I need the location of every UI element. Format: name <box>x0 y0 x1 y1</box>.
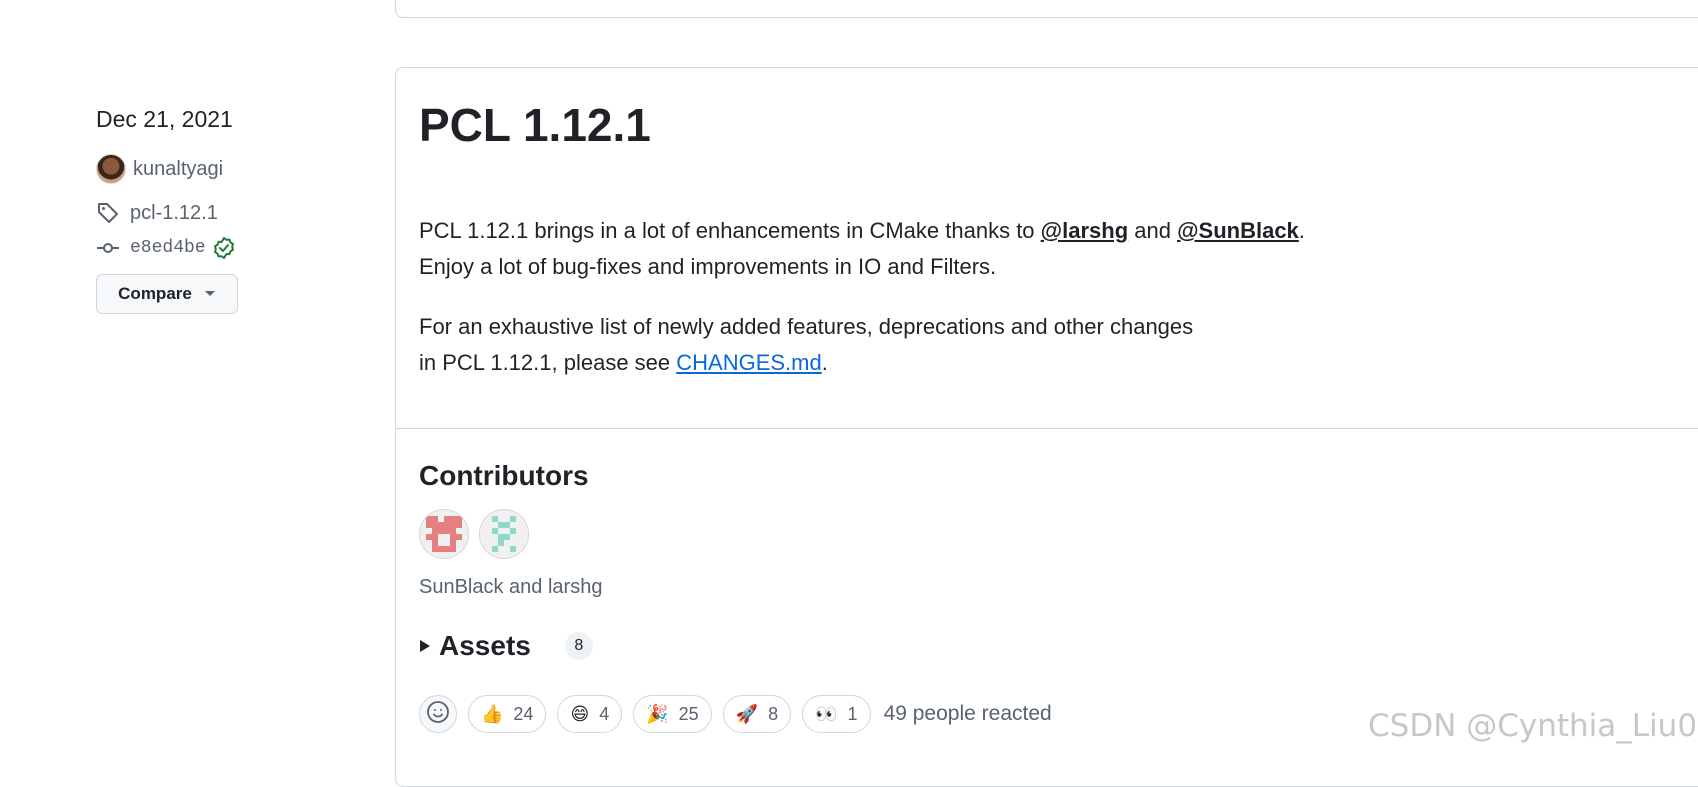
smiley-icon <box>426 700 450 729</box>
reaction-rocket[interactable]: 🚀 8 <box>722 695 792 733</box>
release-notes-paragraph-1: PCL 1.12.1 brings in a lot of enhancemen… <box>419 213 1305 285</box>
compare-label: Compare <box>118 284 192 303</box>
release-title[interactable]: PCL 1.12.1 <box>419 98 651 152</box>
assets-toggle[interactable]: Assets 8 <box>419 630 593 662</box>
section-divider <box>396 428 1698 429</box>
verified-check-icon[interactable] <box>212 236 236 260</box>
notes-text: Enjoy a lot of bug-fixes and improvement… <box>419 254 997 279</box>
author-name[interactable]: kunaltyagi <box>133 158 223 181</box>
thumbs-up-icon: 👍 <box>481 704 504 724</box>
author-avatar[interactable] <box>96 154 126 184</box>
contributors-heading: Contributors <box>419 460 589 491</box>
eyes-icon: 👀 <box>815 704 838 724</box>
notes-text: and <box>1128 218 1178 243</box>
release-card: PCL 1.12.1 PCL 1.12.1 brings in a lot of… <box>395 67 1698 787</box>
release-author[interactable]: kunaltyagi <box>96 154 223 184</box>
previous-release-card <box>395 0 1698 18</box>
notes-text: For an exhaustive list of newly added fe… <box>419 314 1194 339</box>
reaction-count: 4 <box>599 703 610 724</box>
chevron-down-icon <box>204 290 216 298</box>
notes-text: in PCL 1.12.1, please see <box>419 350 677 375</box>
watermark-text: CSDN @Cynthia_Liu06 <box>1368 708 1698 744</box>
release-notes-paragraph-2: For an exhaustive list of newly added fe… <box>419 309 1193 381</box>
git-commit-icon <box>96 236 120 260</box>
contributor-avatar-sunblack[interactable] <box>419 509 469 559</box>
notes-text: PCL 1.12.1 brings in a lot of enhancemen… <box>419 218 1041 243</box>
contributors-avatars <box>419 509 529 559</box>
notes-text: . <box>1298 218 1305 243</box>
release-tag[interactable]: pcl-1.12.1 <box>96 201 218 225</box>
mention-sunblack-link[interactable]: @SunBlack <box>1177 218 1299 243</box>
reaction-laugh[interactable]: 😄 4 <box>557 695 623 733</box>
reaction-count: 25 <box>678 703 699 724</box>
reaction-eyes[interactable]: 👀 1 <box>802 695 871 733</box>
laugh-icon: 😄 <box>570 704 590 724</box>
reactions-summary[interactable]: 49 people reacted <box>884 702 1052 726</box>
assets-count-badge: 8 <box>564 632 593 660</box>
contributor-avatar-larshg[interactable] <box>479 509 529 559</box>
add-reaction-button[interactable] <box>419 695 457 733</box>
assets-heading: Assets <box>439 630 531 661</box>
reaction-count: 8 <box>768 703 779 724</box>
rocket-icon: 🚀 <box>735 704 759 724</box>
changes-md-link[interactable]: CHANGES.md <box>676 350 821 375</box>
tag-name[interactable]: pcl-1.12.1 <box>130 202 218 225</box>
reaction-count: 1 <box>847 703 858 724</box>
tag-icon <box>96 201 120 225</box>
caret-right-icon <box>419 639 431 653</box>
reaction-thumbs-up[interactable]: 👍 24 <box>468 695 547 733</box>
mention-larshg-link[interactable]: @larshg <box>1041 218 1128 243</box>
party-popper-icon: 🎉 <box>646 704 669 724</box>
compare-button[interactable]: Compare <box>96 274 238 314</box>
notes-text: . <box>821 350 828 375</box>
reaction-hooray[interactable]: 🎉 25 <box>633 695 712 733</box>
reactions-bar: 👍 24 😄 4 🎉 25 🚀 8 👀 1 49 people reacted <box>419 695 1052 733</box>
release-commit[interactable]: e8ed4be <box>96 236 236 260</box>
release-date: Dec 21, 2021 <box>96 106 233 132</box>
contributors-names: SunBlack and larshg <box>419 576 603 598</box>
commit-hash[interactable]: e8ed4be <box>130 238 206 258</box>
reaction-count: 24 <box>513 703 534 724</box>
